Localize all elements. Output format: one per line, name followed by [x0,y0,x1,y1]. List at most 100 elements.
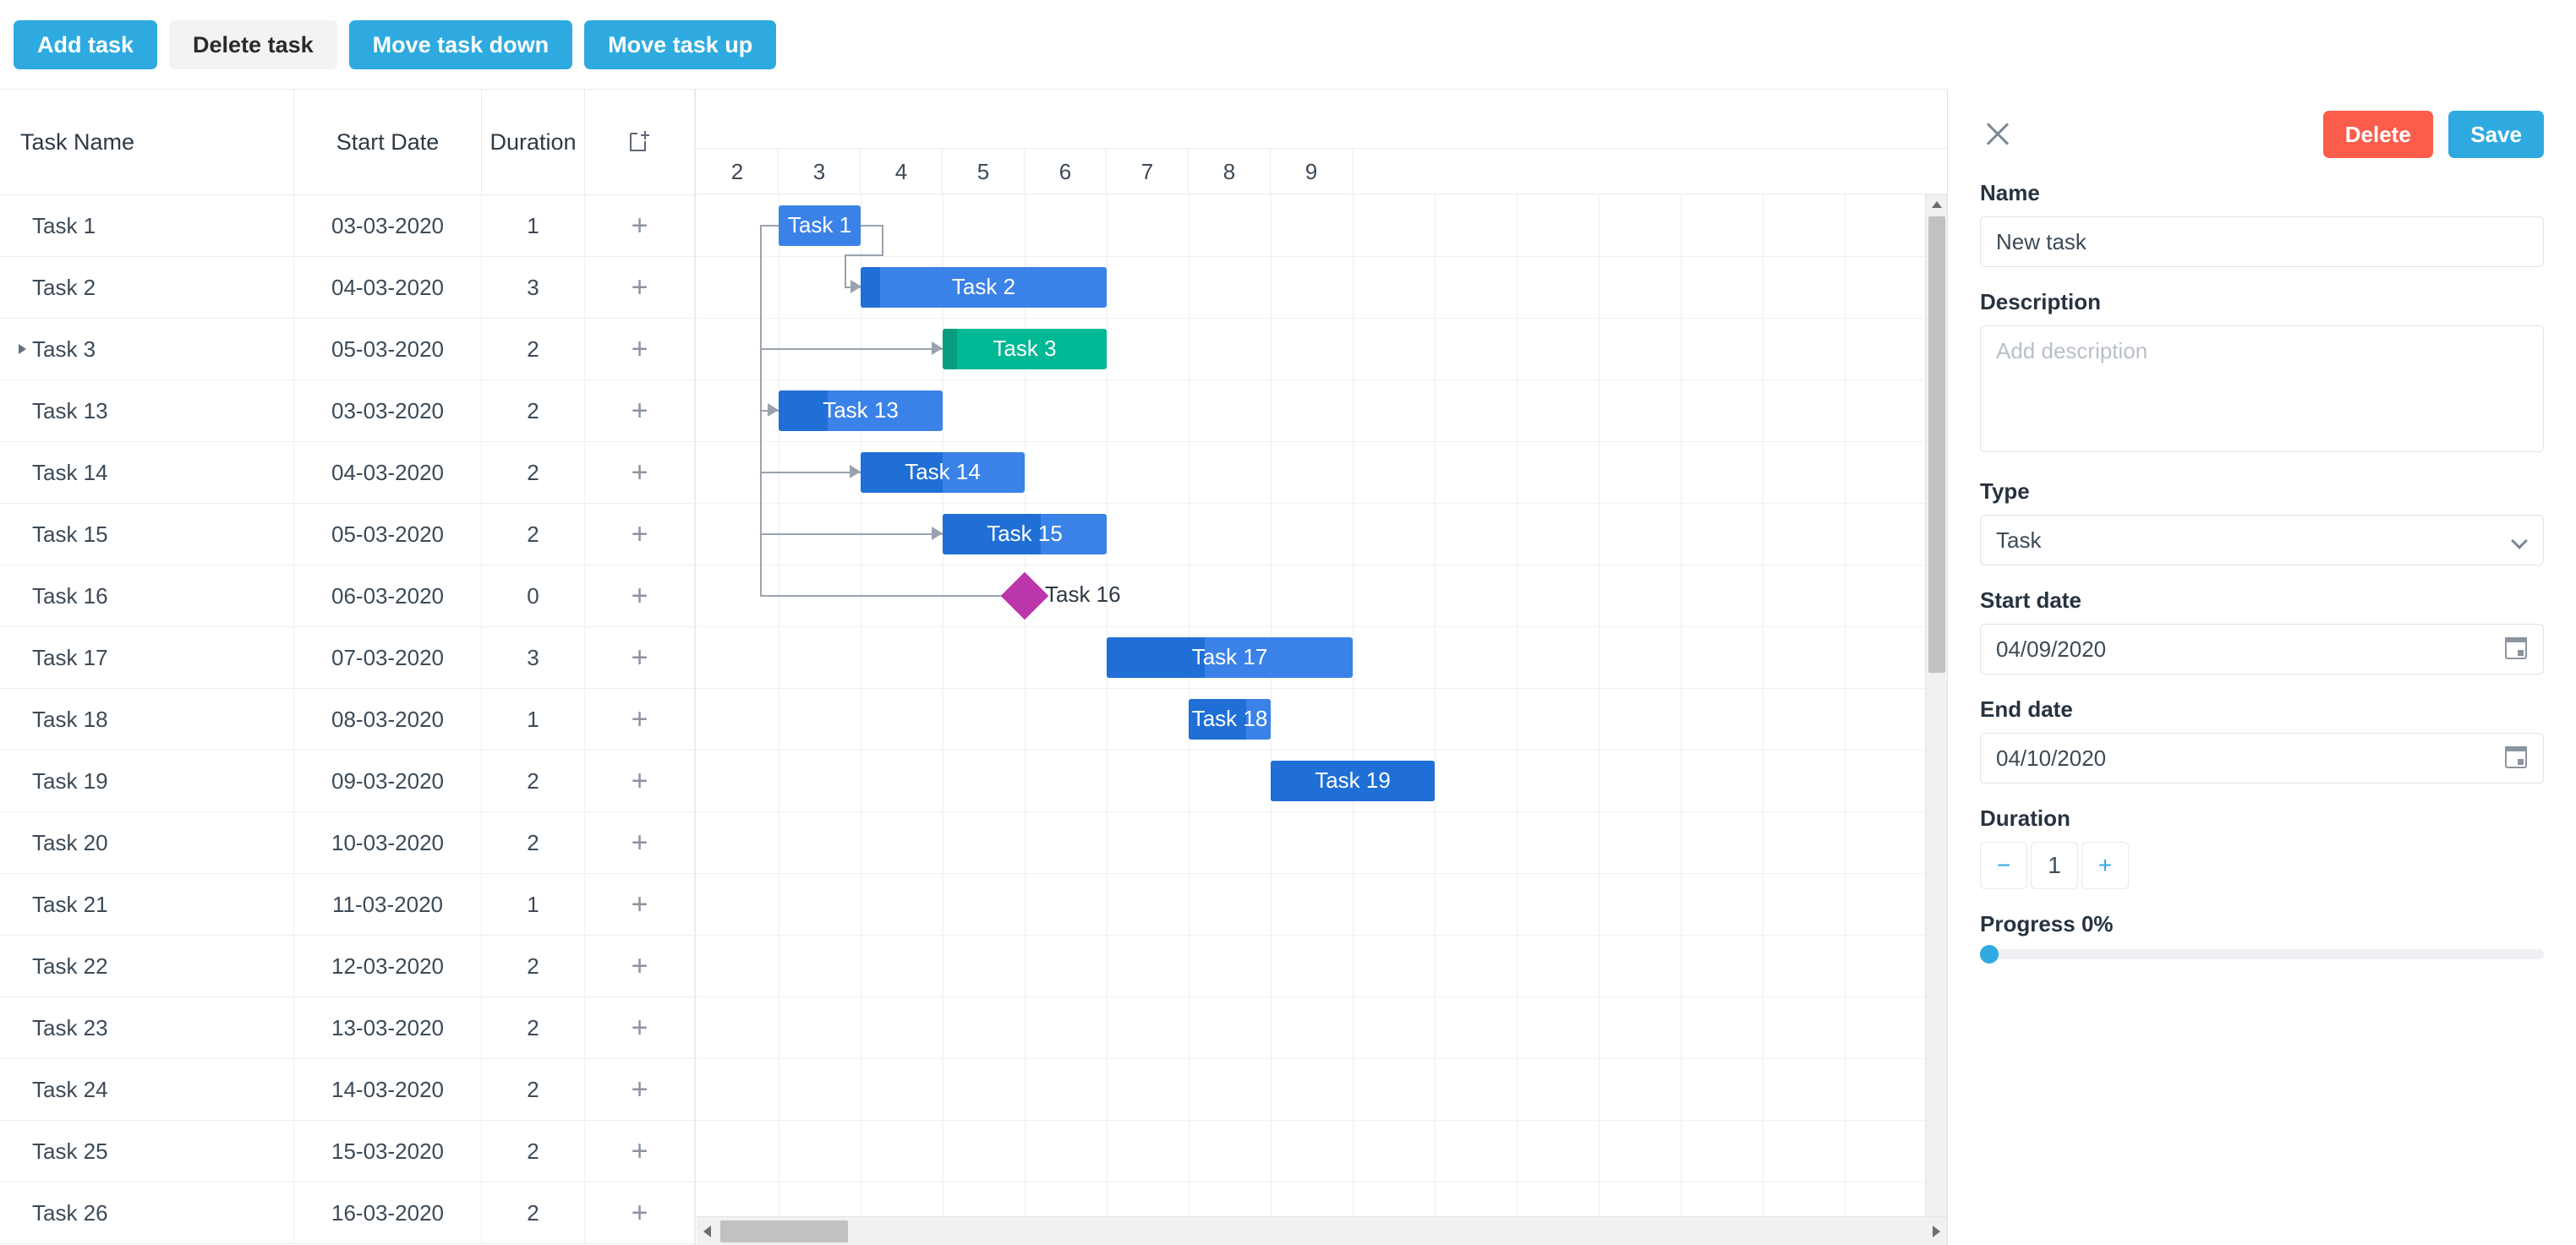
cell-duration[interactable]: 3 [482,627,585,688]
name-input[interactable] [1980,216,2544,267]
cell-task-name[interactable]: Task 26 [0,1182,294,1243]
gantt-bar[interactable]: Task 14 [861,451,1025,493]
cell-task-name[interactable]: Task 22 [0,936,294,997]
cell-start-date[interactable]: 15-03-2020 [294,1121,482,1182]
cell-task-name[interactable]: Task 21 [0,874,294,935]
cell-duration[interactable]: 2 [482,936,585,997]
table-row[interactable]: Task 16 06-03-2020 0 + [0,565,695,627]
expand-arrow-icon[interactable] [19,344,26,354]
cell-start-date[interactable]: 07-03-2020 [294,627,482,688]
calendar-icon[interactable] [2505,746,2527,768]
add-task-button[interactable]: Add task [14,19,158,69]
table-row[interactable]: Task 2 04-03-2020 3 + [0,257,695,319]
cell-duration[interactable]: 1 [482,874,585,935]
scroll-left-arrow-icon[interactable] [703,1226,711,1237]
cell-duration[interactable]: 2 [482,1059,585,1120]
cell-task-name[interactable]: Task 25 [0,1121,294,1182]
cell-duration[interactable]: 3 [482,257,585,318]
table-row[interactable]: Task 1 03-03-2020 1 + [0,195,695,257]
close-icon[interactable] [1980,116,2017,153]
cell-start-date[interactable]: 10-03-2020 [294,812,482,873]
cell-task-name[interactable]: Task 24 [0,1059,294,1120]
plus-icon[interactable]: + [585,936,695,997]
horizontal-scrollbar-thumb[interactable] [720,1220,848,1242]
cell-start-date[interactable]: 12-03-2020 [294,936,482,997]
cell-start-date[interactable]: 16-03-2020 [294,1182,482,1243]
gantt-bar[interactable]: Task 18 [1189,698,1271,740]
cell-start-date[interactable]: 11-03-2020 [294,874,482,935]
table-row[interactable]: Task 21 11-03-2020 1 + [0,874,695,936]
add-column-icon[interactable] [585,90,695,194]
cell-start-date[interactable]: 09-03-2020 [294,751,482,811]
cell-start-date[interactable]: 06-03-2020 [294,565,482,626]
plus-icon[interactable]: + [585,751,695,811]
column-header-duration[interactable]: Duration [482,90,585,194]
cell-task-name[interactable]: Task 17 [0,627,294,688]
cell-task-name[interactable]: Task 23 [0,997,294,1058]
plus-icon[interactable]: + [585,1121,695,1182]
cell-start-date[interactable]: 13-03-2020 [294,997,482,1058]
duration-decrement-button[interactable]: − [1980,842,2027,889]
cell-duration[interactable]: 2 [482,1121,585,1182]
cell-duration[interactable]: 2 [482,751,585,811]
gantt-bar[interactable]: Task 15 [943,513,1107,554]
move-task-down-button[interactable]: Move task down [348,19,573,69]
plus-icon[interactable]: + [585,504,695,565]
table-row[interactable]: Task 17 07-03-2020 3 + [0,627,695,689]
table-row[interactable]: Task 13 03-03-2020 2 + [0,380,695,442]
gantt-bar[interactable]: Task 1 [779,205,861,246]
cell-start-date[interactable]: 08-03-2020 [294,689,482,750]
calendar-icon[interactable] [2505,637,2527,659]
cell-start-date[interactable]: 04-03-2020 [294,442,482,503]
cell-task-name[interactable]: Task 18 [0,689,294,750]
milestone-diamond[interactable] [1000,571,1049,620]
cell-task-name[interactable]: Task 20 [0,812,294,873]
column-header-start-date[interactable]: Start Date [294,90,482,194]
cell-duration[interactable]: 1 [482,689,585,750]
cell-task-name[interactable]: Task 2 [0,257,294,318]
progress-slider-thumb[interactable] [1980,945,1999,964]
delete-button[interactable]: Delete [2322,111,2433,158]
column-header-task-name[interactable]: Task Name [0,90,294,194]
plus-icon[interactable]: + [585,442,695,503]
plus-icon[interactable]: + [585,1182,695,1243]
gantt-bar[interactable]: Task 19 [1271,760,1435,801]
cell-task-name[interactable]: Task 3 [0,319,294,380]
cell-duration[interactable]: 2 [482,442,585,503]
cell-duration[interactable]: 2 [482,504,585,565]
cell-duration[interactable]: 2 [482,319,585,380]
gantt-canvas[interactable]: Task 1 Task 2 Task 3 Task 13 Task 14 Task 15 T… [697,194,1947,1245]
cell-duration[interactable]: 2 [482,997,585,1058]
progress-slider[interactable] [1980,945,2544,964]
move-task-up-button[interactable]: Move task up [584,19,777,69]
cell-task-name[interactable]: Task 19 [0,751,294,811]
end-date-input[interactable] [1980,733,2544,784]
plus-icon[interactable]: + [585,812,695,873]
cell-task-name[interactable]: Task 13 [0,380,294,441]
save-button[interactable]: Save [2448,111,2544,158]
cell-task-name[interactable]: Task 1 [0,195,294,256]
table-row[interactable]: Task 15 05-03-2020 2 + [0,504,695,565]
cell-duration[interactable]: 2 [482,812,585,873]
cell-start-date[interactable]: 05-03-2020 [294,319,482,380]
delete-task-button[interactable]: Delete task [169,19,337,69]
plus-icon[interactable]: + [585,380,695,441]
table-row[interactable]: Task 24 14-03-2020 2 + [0,1059,695,1121]
plus-icon[interactable]: + [585,565,695,626]
table-row[interactable]: Task 25 15-03-2020 2 + [0,1121,695,1182]
cell-task-name[interactable]: Task 14 [0,442,294,503]
table-row[interactable]: Task 3 05-03-2020 2 + [0,319,695,380]
plus-icon[interactable]: + [585,1059,695,1120]
table-row[interactable]: Task 22 12-03-2020 2 + [0,936,695,997]
cell-duration[interactable]: 0 [482,565,585,626]
table-row[interactable]: Task 18 08-03-2020 1 + [0,689,695,751]
table-row[interactable]: Task 26 16-03-2020 2 + [0,1182,695,1244]
start-date-input[interactable] [1980,624,2544,674]
cell-task-name[interactable]: Task 15 [0,504,294,565]
cell-duration[interactable]: 2 [482,380,585,441]
cell-duration[interactable]: 1 [482,195,585,256]
duration-value[interactable]: 1 [2031,842,2078,889]
cell-start-date[interactable]: 03-03-2020 [294,195,482,256]
cell-start-date[interactable]: 04-03-2020 [294,257,482,318]
vertical-scrollbar-thumb[interactable] [1928,216,1945,673]
